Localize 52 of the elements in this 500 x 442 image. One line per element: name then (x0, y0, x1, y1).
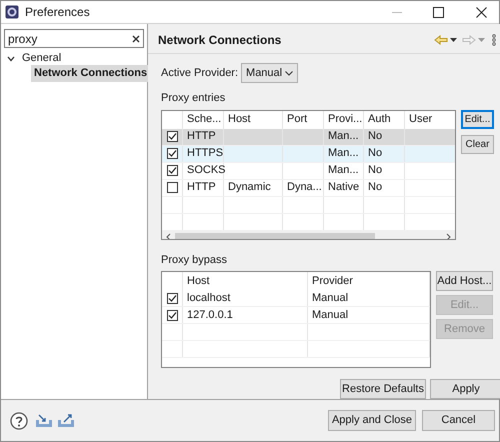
table-cell-text: HTTPS (187, 146, 224, 162)
table-cell-text: Man... (328, 163, 359, 178)
button[interactable]: Apply and Close (328, 410, 416, 431)
table-cell-text: HTTP (187, 180, 216, 196)
clear-icon[interactable] (132, 34, 140, 42)
search-field[interactable]: proxy (4, 29, 144, 48)
checkbox[interactable] (166, 292, 178, 304)
table-cell-text: Man... (328, 129, 359, 144)
window-title: Preferences (25, 4, 90, 21)
table-cell-text: Manual (312, 290, 348, 306)
table-cell-text: Manual (312, 308, 348, 323)
table-cell-text: No (368, 146, 382, 162)
table-cell-text: SOCKS (187, 163, 226, 178)
provider-dropdown[interactable]: Manual (241, 63, 298, 83)
maximize-icon[interactable] (433, 6, 444, 18)
table-cell-text: No (368, 163, 382, 178)
table-cell-text: Dynamic (228, 180, 271, 196)
button[interactable]: Add Host... (436, 271, 493, 291)
button[interactable]: Edit... (461, 110, 494, 128)
checkbox[interactable] (166, 182, 178, 193)
section-label: Proxy entries (161, 91, 226, 106)
table-cell-text: localhost (187, 290, 230, 306)
checkbox[interactable] (166, 310, 178, 320)
menu-icon[interactable] (492, 34, 496, 46)
tree-item[interactable]: General (21, 50, 62, 67)
table-cell-text: Dyna... (287, 180, 322, 196)
help-icon[interactable] (10, 412, 28, 430)
table-cell-text: HTTP (187, 129, 216, 144)
table-cell-text: Native (328, 180, 360, 196)
table-cell-text: No (368, 180, 382, 196)
page-title: Network Connections (158, 32, 282, 48)
app-icon (5, 5, 19, 19)
column-header[interactable]: Provider (308, 272, 430, 290)
table-cell-text: Man... (328, 146, 359, 162)
section-label: Proxy bypass (161, 252, 228, 268)
table-cell-text: No (368, 129, 382, 144)
checkbox[interactable] (166, 165, 178, 176)
button[interactable]: Cancel (422, 410, 495, 431)
button[interactable]: Apply (430, 379, 500, 399)
field-label: Active Provider: (161, 66, 238, 81)
caret-icon (285, 70, 294, 76)
button[interactable]: Restore Defaults (340, 379, 426, 399)
tree-item[interactable]: Network Connections (31, 65, 150, 82)
button[interactable]: Clear (461, 134, 494, 154)
checkbox[interactable] (166, 148, 178, 159)
close-icon[interactable] (476, 6, 487, 18)
export-icon[interactable] (57, 414, 75, 428)
checkbox[interactable] (166, 131, 178, 142)
caret-icon[interactable] (450, 38, 457, 42)
import-icon[interactable] (35, 414, 53, 428)
table-cell-text: 127.0.0.1 (187, 308, 233, 323)
column-header[interactable]: Host (183, 272, 308, 290)
